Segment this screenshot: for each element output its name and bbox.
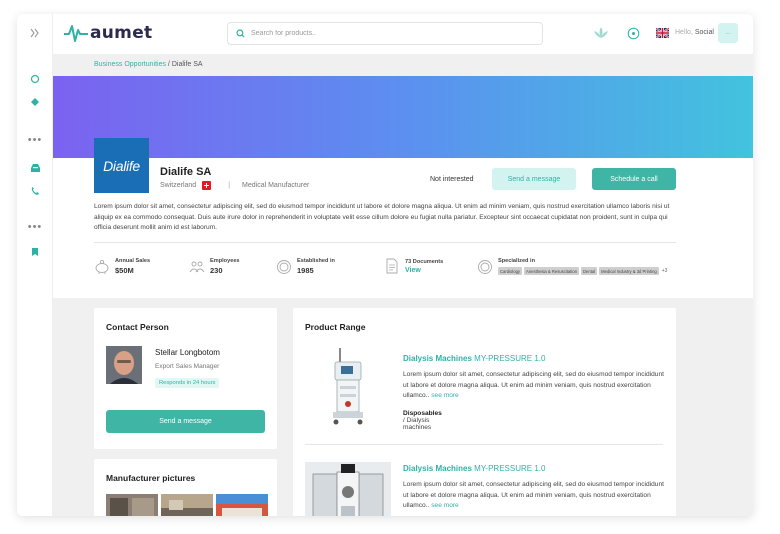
product-range-card: Product Range Dialysis Machines MY-PRESS <box>293 308 676 516</box>
contact-photo <box>106 346 142 384</box>
switzerland-flag-icon <box>202 181 212 190</box>
specialty-tag[interactable]: Medical Industry & 3d Printing <box>599 267 659 275</box>
company-country: Switzerland <box>160 182 197 189</box>
aumet-logo[interactable]: aumet <box>64 23 152 43</box>
product-name: Dialysis Machines <box>403 354 472 363</box>
piggy-bank-icon <box>95 259 109 274</box>
company-name: Dialife SA <box>160 166 212 178</box>
contact-role: Export Sales Manager <box>155 363 220 370</box>
divider <box>94 242 676 243</box>
not-interested-button[interactable]: Not interested <box>430 176 474 183</box>
contact-send-message-button[interactable]: Send a message <box>106 410 265 433</box>
card-title: Manufacturer pictures <box>106 473 196 483</box>
company-description: Lorem ipsum dolor sit amet, consectetur … <box>94 203 670 231</box>
product-model: MY-PRESSURE 1.0 <box>474 354 546 363</box>
stat-established: Established in 1985 <box>276 258 335 275</box>
company-logo: Dialife <box>94 138 149 193</box>
product-description: Lorem ipsum dolor sit amet, consectetur … <box>403 370 665 402</box>
breadcrumb-parent-link[interactable]: Business Opportunities <box>94 61 166 68</box>
stat-label: Established in <box>297 258 335 264</box>
product-description: Lorem ipsum dolor sit amet, consectetur … <box>403 480 665 512</box>
product-divider <box>305 444 663 445</box>
stat-employees: Employees 230 <box>189 258 240 275</box>
stat-value: $50M <box>115 266 134 275</box>
response-time-badge: Responds in 24 hours <box>155 378 220 388</box>
greeting: Hello, Social <box>675 29 714 36</box>
manufacturer-picture[interactable] <box>106 494 158 516</box>
stat-label: Annual Sales <box>115 258 151 264</box>
logo-text: aumet <box>90 23 153 43</box>
profile-banner <box>53 76 753 158</box>
category-link[interactable]: Disposables <box>403 410 442 417</box>
stat-specialized: Specialized in Cardiology Anesthesia & R… <box>477 258 667 275</box>
sidebar-search-icon[interactable] <box>17 72 53 86</box>
search-bar[interactable] <box>227 22 543 45</box>
more-specialties[interactable]: +3 <box>662 268 668 274</box>
specialty-tag[interactable]: Dental <box>581 267 598 275</box>
globe-icon <box>478 259 492 274</box>
uk-flag-icon[interactable] <box>656 28 669 38</box>
card-title: Contact Person <box>106 322 169 332</box>
heartbeat-logo-icon <box>64 25 88 42</box>
product-title[interactable]: Dialysis Machines MY-PRESSURE 1.0 <box>403 464 545 473</box>
product-image[interactable] <box>305 344 391 430</box>
top-icons <box>593 26 669 40</box>
sidebar-bookmark-icon[interactable] <box>17 245 53 259</box>
stat-documents: 73 Documents View <box>384 258 443 274</box>
product-image[interactable] <box>305 462 391 516</box>
specialty-tag[interactable]: Cardiology <box>498 267 523 275</box>
team-icon <box>189 261 205 272</box>
sidebar-more-icon[interactable]: ••• <box>17 134 53 146</box>
product-category: Disposables / Dialysis machines <box>403 410 442 431</box>
search-icon <box>236 29 245 38</box>
card-title: Product Range <box>305 322 366 332</box>
sidebar-inbox-icon[interactable] <box>17 161 53 175</box>
contact-name: Stellar Longbotom <box>155 348 220 357</box>
stat-value: 230 <box>210 266 223 275</box>
breadcrumb: Business Opportunities / Dialife SA <box>94 61 203 68</box>
see-more-link[interactable]: see more <box>431 502 459 509</box>
search-input[interactable] <box>251 30 521 37</box>
schedule-call-button[interactable]: Schedule a call <box>592 168 676 190</box>
specialty-tags: Cardiology Anesthesia & Resuscitation De… <box>498 267 667 275</box>
company-type: Medical Manufacturer <box>242 182 310 189</box>
view-documents-link[interactable]: View <box>405 267 443 274</box>
sidebar-phone-icon[interactable] <box>17 184 53 198</box>
user-avatar-button[interactable]: ... <box>718 23 738 43</box>
greeting-prefix: Hello, <box>675 29 693 36</box>
top-bar: aumet Hello, Social ... <box>53 14 753 54</box>
contact-card: Contact Person Stellar Longbotom Export … <box>94 308 277 449</box>
sidebar-layers-icon[interactable] <box>17 95 53 109</box>
product-title[interactable]: Dialysis Machines MY-PRESSURE 1.0 <box>403 354 545 363</box>
sidebar: ••• ••• <box>17 14 53 516</box>
subcategory-link[interactable]: Dialysis machines <box>403 417 431 431</box>
company-stats: Annual Sales $50M Employees 230 Establis… <box>94 258 684 282</box>
specialty-tag[interactable]: Anesthesia & Resuscitation <box>524 267 580 275</box>
manufacturer-picture[interactable] <box>161 494 213 516</box>
breadcrumb-current: Dialife SA <box>171 61 203 68</box>
stat-label: 73 Documents <box>405 258 444 265</box>
product-model: MY-PRESSURE 1.0 <box>474 464 546 473</box>
stat-label: Employees <box>210 258 240 264</box>
manufacturer-pictures-card: Manufacturer pictures <box>94 459 277 516</box>
app-window: ••• ••• aumet Hello, Soc <box>17 14 753 516</box>
company-meta: Switzerland | Medical Manufacturer <box>160 181 309 190</box>
sidebar-more-icon[interactable]: ••• <box>17 221 53 233</box>
lotus-icon[interactable] <box>593 26 609 40</box>
document-icon <box>386 258 398 274</box>
meta-separator: | <box>228 182 231 189</box>
expand-sidebar-icon[interactable] <box>17 26 53 40</box>
stat-label: Specialized in <box>498 258 535 264</box>
stat-value: 1985 <box>297 266 314 275</box>
globe-icon <box>277 259 291 274</box>
see-more-link[interactable]: see more <box>431 392 459 399</box>
compass-icon[interactable] <box>627 27 640 40</box>
stat-annual-sales: Annual Sales $50M <box>94 258 150 275</box>
product-name: Dialysis Machines <box>403 464 472 473</box>
manufacturer-picture[interactable] <box>216 494 268 516</box>
user-name: Social <box>694 29 714 36</box>
send-message-button[interactable]: Send a message <box>492 168 576 190</box>
